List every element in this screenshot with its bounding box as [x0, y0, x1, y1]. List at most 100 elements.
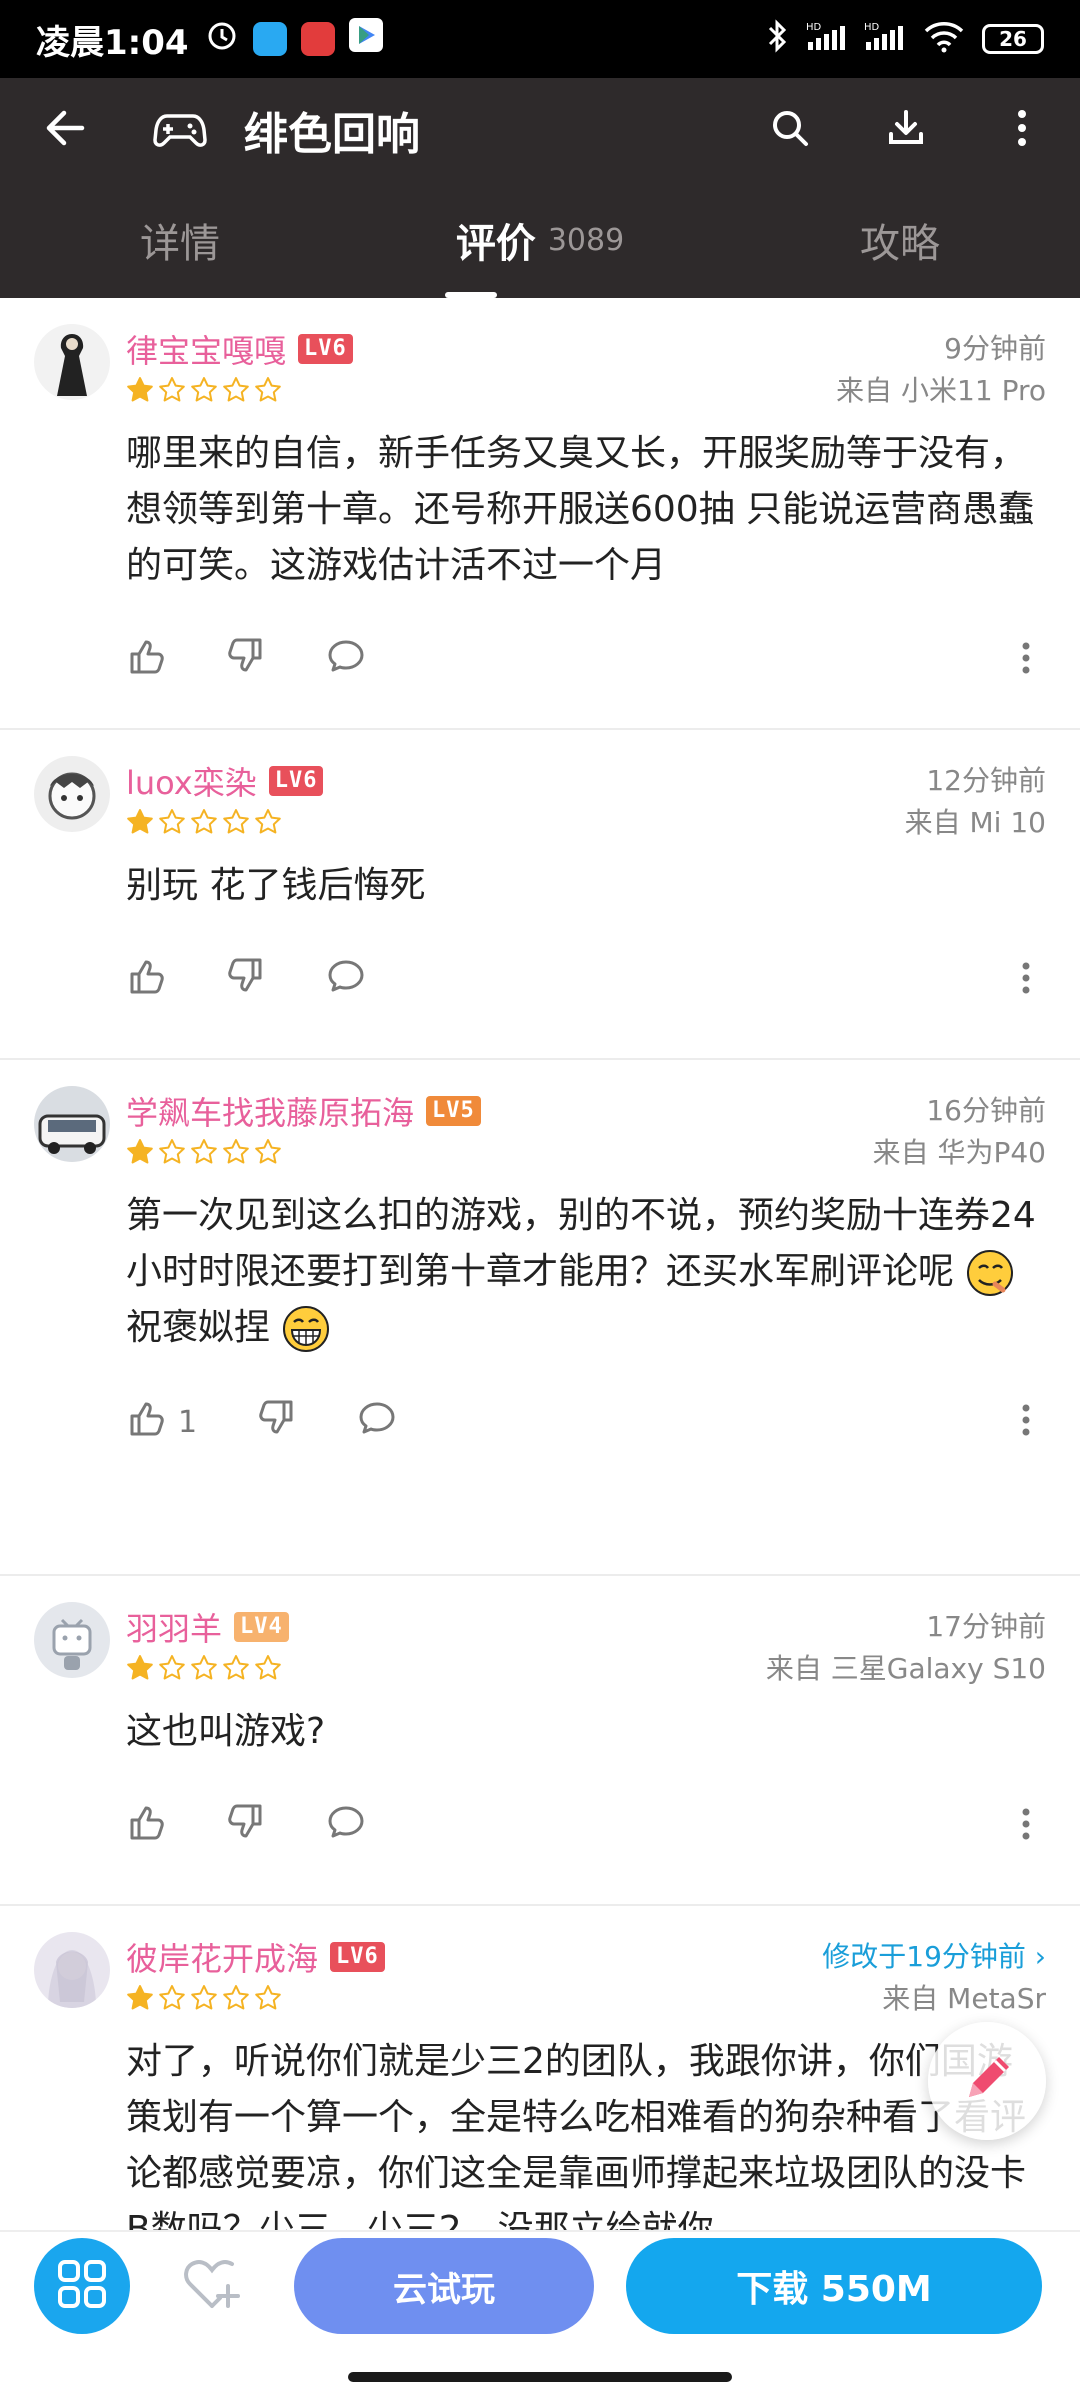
tab-details[interactable]: 详情: [0, 182, 360, 298]
download-icon: [886, 108, 926, 152]
star-filled-icon: [126, 376, 154, 404]
app-bar: 绯色回响: [0, 78, 1080, 182]
review-more-button[interactable]: [1006, 1392, 1046, 1452]
page-title: 绯色回响: [244, 109, 420, 160]
review-list[interactable]: 律宝宝嘎嘎 LV6 9分钟前 来自 小米11 Pro 哪里来的自信，新手任务又臭…: [0, 298, 1080, 2230]
tab-guides[interactable]: 攻略: [720, 182, 1080, 298]
gesture-nav-handle[interactable]: [348, 2372, 732, 2382]
write-review-button[interactable]: [928, 2022, 1046, 2140]
more-options-button[interactable]: [964, 78, 1080, 182]
status-time: 凌晨1:04: [36, 22, 189, 63]
cloud-try-button[interactable]: 云试玩: [294, 2238, 594, 2334]
review-device: 来自 Mi 10: [904, 806, 1046, 839]
arrow-left-icon: [42, 105, 88, 155]
svg-text:HD: HD: [806, 22, 822, 33]
review-item: luox栾染 LV6 12分钟前 来自 Mi 10 别玩 花了钱后悔死: [0, 730, 1080, 1060]
level-badge: LV5: [426, 1096, 481, 1126]
star-empty-icon: [222, 1984, 250, 2012]
star-empty-icon: [190, 1654, 218, 1682]
comment-button[interactable]: [326, 1796, 366, 1856]
back-button[interactable]: [0, 78, 130, 182]
comment-icon: [326, 956, 366, 1004]
download-manager-button[interactable]: [848, 78, 964, 182]
username[interactable]: 羽羽羊 LV4: [126, 1604, 289, 1650]
alarm-icon: [205, 18, 239, 61]
star-empty-icon: [190, 376, 218, 404]
review-device: 来自 华为P40: [872, 1136, 1046, 1169]
star-empty-icon: [222, 808, 250, 836]
star-filled-icon: [126, 808, 154, 836]
comment-icon: [326, 1802, 366, 1850]
pencil-icon: [957, 2049, 1017, 2113]
more-vertical-icon: [1021, 1400, 1031, 1444]
review-count: 3089: [547, 222, 625, 258]
review-more-button[interactable]: [1006, 1796, 1046, 1856]
tab-reviews-label: 评价: [455, 221, 536, 267]
review-time: 17分钟前: [926, 1610, 1046, 1643]
tab-reviews[interactable]: 评价 3089: [360, 182, 720, 298]
avatar[interactable]: [34, 324, 110, 400]
review-more-button[interactable]: [1006, 630, 1046, 690]
star-rating: [126, 1138, 282, 1166]
more-vertical-icon: [1016, 108, 1028, 152]
username[interactable]: 学飙车找我藤原拓海 LV5: [126, 1088, 481, 1134]
gamepad-icon: [130, 78, 230, 182]
dislike-button[interactable]: [257, 1392, 297, 1452]
star-empty-icon: [158, 1138, 186, 1166]
review-content-text-2: 祝褒姒捏: [126, 1307, 271, 1348]
username[interactable]: luox栾染 LV6: [126, 758, 324, 804]
star-empty-icon: [222, 1138, 250, 1166]
review-meta: 9分钟前 来自 小米11 Pro: [836, 328, 1046, 412]
like-button[interactable]: [126, 630, 166, 690]
review-content[interactable]: 第一次见到这么扣的游戏，别的不说，预约奖励十连券24小时时限还要打到第十章才能用…: [126, 1160, 1046, 1356]
review-content[interactable]: 对了，听说你们就是少三2的团队，我跟你讲，你们国游策划有一个算一个，全是特么吃相…: [126, 2006, 1046, 2230]
play-store-icon: [348, 17, 383, 61]
star-filled-icon: [126, 1654, 154, 1682]
like-button[interactable]: [126, 1796, 166, 1856]
username-text: 彼岸花开成海: [126, 1940, 319, 1978]
dislike-button[interactable]: [226, 1796, 266, 1856]
review-time: 12分钟前: [926, 764, 1046, 797]
level-badge: LV4: [234, 1612, 289, 1642]
download-button[interactable]: 下载 550M: [626, 2238, 1042, 2334]
comment-button[interactable]: [326, 630, 366, 690]
star-filled-icon: [126, 1138, 154, 1166]
star-empty-icon: [254, 808, 282, 836]
star-empty-icon: [158, 1654, 186, 1682]
review-meta: 12分钟前 来自 Mi 10: [905, 760, 1046, 844]
username[interactable]: 彼岸花开成海 LV6: [126, 1934, 385, 1980]
tab-details-label: 详情: [140, 221, 220, 267]
blue-app-icon: [252, 22, 287, 56]
apps-grid-button[interactable]: [34, 2238, 130, 2334]
comment-button[interactable]: [357, 1392, 397, 1452]
review-device: 来自 三星Galaxy S10: [765, 1652, 1046, 1685]
favorite-button[interactable]: [164, 2238, 260, 2334]
comment-button[interactable]: [326, 950, 366, 1010]
username-text: 学飙车找我藤原拓海: [126, 1094, 415, 1132]
thumbs-up-icon: [126, 636, 166, 684]
review-more-button[interactable]: [1006, 950, 1046, 1010]
signal-icon: HD: [806, 20, 848, 58]
level-badge: LV6: [330, 1942, 385, 1972]
review-meta: 16分钟前 来自 华为P40: [873, 1090, 1046, 1174]
like-button[interactable]: 1: [126, 1392, 197, 1452]
review-content[interactable]: 哪里来的自信，新手任务又臭又长，开服奖励等于没有，想领等到第十章。还号称开服送6…: [126, 398, 1046, 594]
star-empty-icon: [254, 1984, 282, 2012]
avatar[interactable]: [34, 1086, 110, 1162]
dislike-button[interactable]: [226, 950, 266, 1010]
dislike-button[interactable]: [226, 630, 266, 690]
review-edited-time[interactable]: 修改于19分钟前 ›: [822, 1936, 1046, 1978]
avatar[interactable]: [34, 1932, 110, 2008]
review-device: 来自 小米11 Pro: [836, 374, 1046, 407]
review-item: 羽羽羊 LV4 17分钟前 来自 三星Galaxy S10 这也叫游戏?: [0, 1576, 1080, 1906]
review-meta: 17分钟前 来自 三星Galaxy S10: [766, 1606, 1046, 1690]
review-time: 16分钟前: [926, 1094, 1046, 1127]
like-button[interactable]: [126, 950, 166, 1010]
avatar[interactable]: [34, 756, 110, 832]
username[interactable]: 律宝宝嘎嘎 LV6: [126, 326, 353, 372]
star-empty-icon: [190, 1984, 218, 2012]
avatar[interactable]: [34, 1602, 110, 1678]
tab-bar: 详情 评价 3089 攻略: [0, 182, 1080, 298]
review-item: 彼岸花开成海 LV6 修改于19分钟前 › 来自 MetaSr 对了，听说你们就…: [0, 1906, 1080, 2230]
search-button[interactable]: [732, 78, 848, 182]
